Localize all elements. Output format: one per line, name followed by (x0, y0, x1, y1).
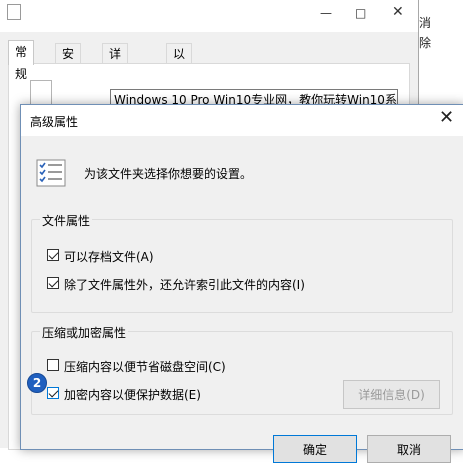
step-number-badge: 2 (27, 373, 47, 393)
details-button[interactable]: 详细信息(D) (343, 380, 440, 409)
index-checkbox-label: 除了文件属性外，还允许索引此文件的内容(I) (64, 278, 305, 292)
ok-button[interactable]: 确定 (273, 435, 357, 463)
folder-icon (7, 4, 21, 20)
compress-checkbox[interactable] (47, 359, 59, 371)
tab-general[interactable]: 常规 (8, 40, 35, 81)
file-attributes-legend: 文件属性 (40, 212, 93, 229)
maximize-button[interactable]: □ (355, 6, 366, 20)
properties-titlebar: — □ ✕ (0, 0, 418, 32)
dialog-description: 为该文件夹选择你想要的设置。 (84, 167, 253, 181)
sidebar-char: 除 (419, 36, 432, 50)
compress-checkbox-label: 压缩内容以便节省磁盘空间(C) (64, 360, 226, 374)
tab-previous-versions[interactable]: 以前的版本 (166, 43, 193, 141)
tab-security[interactable]: 安全 (55, 43, 82, 81)
settings-list-icon (36, 159, 66, 187)
dialog-titlebar: 高级属性 ✕ (21, 105, 463, 136)
close-button[interactable]: ✕ (392, 4, 404, 20)
minimize-button[interactable]: — (320, 6, 332, 20)
dialog-close-button[interactable]: ✕ (439, 109, 454, 127)
compress-encrypt-group: 压缩或加密属性 压缩内容以便节省磁盘空间(C) 加密内容以便保护数据(E) 详细… (31, 324, 453, 415)
advanced-attributes-dialog: 高级属性 ✕ 为该文件夹选择你想要的设置。 文件属性 可以存档文件(A) 除了文… (20, 104, 463, 463)
file-attributes-group: 文件属性 可以存档文件(A) 除了文件属性外，还允许索引此文件的内容(I) (31, 212, 453, 313)
archive-checkbox[interactable] (47, 249, 59, 261)
index-checkbox[interactable] (47, 277, 59, 289)
cancel-button[interactable]: 取消 (367, 435, 451, 463)
encrypt-checkbox[interactable] (47, 387, 59, 399)
archive-checkbox-label: 可以存档文件(A) (64, 250, 154, 264)
encrypt-checkbox-label: 加密内容以便保护数据(E) (64, 388, 201, 402)
tab-details[interactable]: 详细信息 (102, 43, 129, 121)
compress-encrypt-legend: 压缩或加密属性 (40, 324, 129, 341)
dialog-title: 高级属性 (30, 115, 79, 129)
sidebar-char: 消 (419, 16, 432, 30)
